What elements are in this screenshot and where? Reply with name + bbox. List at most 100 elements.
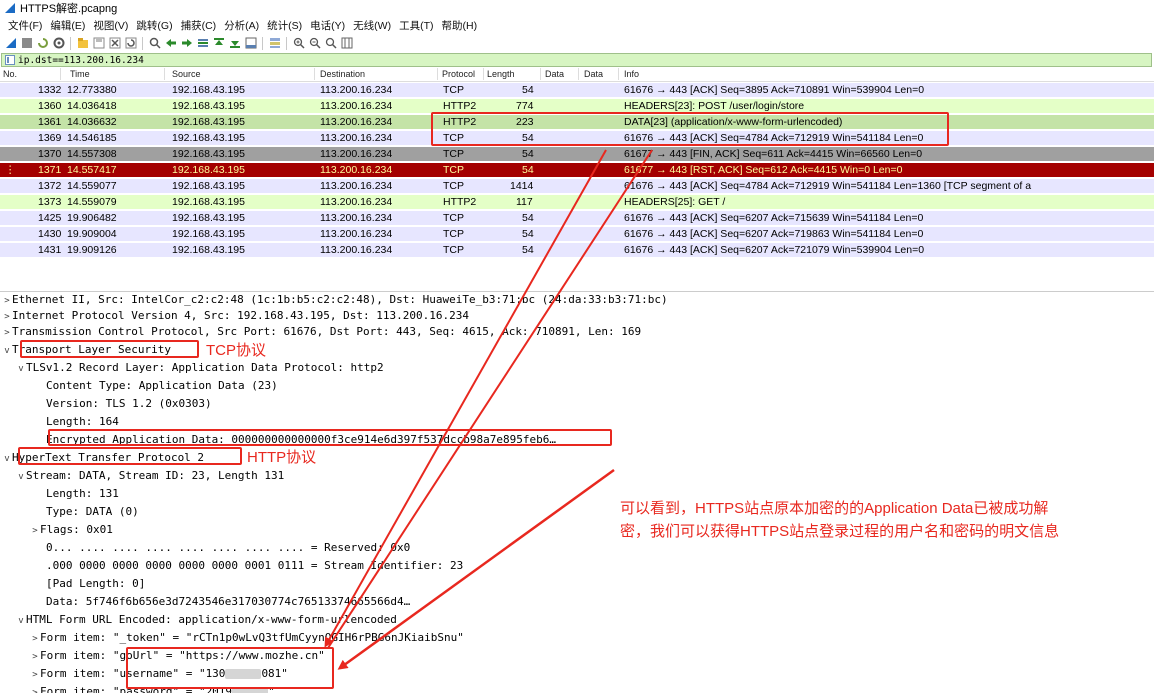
tree-item-html-form[interactable]: v HTML Form URL Encoded: application/x-ww… bbox=[16, 612, 397, 628]
menu-analyze[interactable]: 分析(A) bbox=[220, 18, 263, 33]
column-header-destination[interactable]: Destination bbox=[320, 67, 365, 81]
menu-go[interactable]: 跳转(G) bbox=[132, 18, 176, 33]
display-filter-input[interactable] bbox=[18, 54, 618, 66]
packet-cell: 192.168.43.195 bbox=[172, 244, 245, 256]
column-header-protocol[interactable]: Protocol bbox=[442, 67, 475, 81]
expand-arrow-icon[interactable]: > bbox=[2, 309, 12, 325]
menu-telephony[interactable]: 电话(Y) bbox=[306, 18, 349, 33]
tree-item-content-type[interactable]: Content Type: Application Data (23) bbox=[46, 378, 278, 394]
menu-wireless[interactable]: 无线(W) bbox=[349, 18, 395, 33]
find-packet-icon[interactable] bbox=[148, 37, 161, 50]
stop-capture-icon[interactable] bbox=[20, 37, 33, 50]
autoscroll-icon[interactable] bbox=[244, 37, 257, 50]
tree-item-flags[interactable]: > Flags: 0x01 bbox=[30, 522, 113, 538]
save-file-icon[interactable] bbox=[92, 37, 105, 50]
highlight-encrypted-data bbox=[48, 429, 612, 446]
restart-capture-icon[interactable] bbox=[36, 37, 49, 50]
tree-item-version[interactable]: Version: TLS 1.2 (0x0303) bbox=[46, 396, 212, 412]
expand-arrow-icon[interactable]: > bbox=[30, 631, 40, 647]
menu-capture[interactable]: 捕获(C) bbox=[177, 18, 221, 33]
menu-help[interactable]: 帮助(H) bbox=[438, 18, 482, 33]
close-file-icon[interactable] bbox=[108, 37, 121, 50]
packet-row[interactable]: 1370 14.557308 192.168.43.195 113.200.16… bbox=[0, 147, 1154, 161]
column-header-time[interactable]: Time bbox=[70, 67, 90, 81]
collapse-arrow-icon[interactable]: v bbox=[16, 613, 26, 629]
tree-item-pad-length[interactable]: [Pad Length: 0] bbox=[46, 576, 145, 592]
column-divider bbox=[540, 68, 541, 80]
tree-item-stream-identifier[interactable]: .000 0000 0000 0000 0000 0000 0001 0111 … bbox=[46, 558, 463, 574]
capture-options-icon[interactable] bbox=[52, 37, 65, 50]
wireshark-logo-icon bbox=[5, 3, 15, 13]
last-packet-icon[interactable] bbox=[228, 37, 241, 50]
first-packet-icon[interactable] bbox=[212, 37, 225, 50]
go-to-packet-icon[interactable] bbox=[196, 37, 209, 50]
expand-arrow-icon[interactable]: > bbox=[30, 667, 40, 683]
tree-item-stream[interactable]: v Stream: DATA, Stream ID: 23, Length 131 bbox=[16, 468, 284, 484]
packet-cell: HEADERS[25]: GET / bbox=[624, 196, 726, 208]
column-header-data-1[interactable]: Data bbox=[545, 67, 564, 81]
column-header-data-2[interactable]: Data bbox=[584, 67, 603, 81]
collapse-arrow-icon[interactable]: v bbox=[2, 343, 12, 359]
zoom-out-icon[interactable] bbox=[308, 37, 321, 50]
go-back-icon[interactable] bbox=[164, 37, 177, 50]
packet-cell: 117 bbox=[516, 196, 533, 208]
go-forward-icon[interactable] bbox=[180, 37, 193, 50]
packet-cell: 1361 bbox=[38, 116, 62, 128]
colorize-icon[interactable] bbox=[268, 37, 281, 50]
tree-item-tls-record[interactable]: v TLSv1.2 Record Layer: Application Data … bbox=[16, 360, 383, 377]
menu-file[interactable]: 文件(F) bbox=[4, 18, 46, 33]
packet-cell: 113.200.16.234 bbox=[320, 132, 393, 144]
menu-statistics[interactable]: 统计(S) bbox=[263, 18, 306, 33]
menu-view[interactable]: 视图(V) bbox=[89, 18, 132, 33]
tree-item-type[interactable]: Type: DATA (0) bbox=[46, 504, 139, 520]
packet-row[interactable]: 1430 19.909004 192.168.43.195 113.200.16… bbox=[0, 227, 1154, 241]
packet-cell: HEADERS[23]: POST /user/login/store bbox=[624, 100, 805, 112]
menu-tools[interactable]: 工具(T) bbox=[395, 18, 437, 33]
collapse-arrow-icon[interactable]: v bbox=[16, 361, 26, 377]
highlight-http2-rows bbox=[431, 112, 949, 146]
packet-cell: 1371 bbox=[38, 164, 62, 176]
expand-arrow-icon[interactable]: > bbox=[30, 523, 40, 539]
tree-item-tcp[interactable]: > Transmission Control Protocol, Src Port… bbox=[2, 324, 641, 340]
column-header-info[interactable]: Info bbox=[624, 67, 639, 81]
bookmark-filter-icon[interactable] bbox=[5, 55, 15, 65]
packet-cell: 192.168.43.195 bbox=[172, 180, 245, 192]
collapse-arrow-icon[interactable]: v bbox=[16, 469, 26, 485]
toolbar-separator bbox=[286, 36, 287, 50]
start-capture-icon[interactable] bbox=[4, 37, 17, 50]
tree-item-data[interactable]: Data: 5f746f6b656e3d7243546e317030774c76… bbox=[46, 594, 410, 610]
open-file-icon[interactable] bbox=[76, 37, 89, 50]
resize-columns-icon[interactable] bbox=[340, 37, 353, 50]
packet-row[interactable]: 1360 14.036418 192.168.43.195 113.200.16… bbox=[0, 99, 1154, 113]
tree-item-form-token[interactable]: > Form item: "_token" = "rCTn1p0wLvQ3tfUm… bbox=[30, 630, 464, 646]
packet-row[interactable]: 1425 19.906482 192.168.43.195 113.200.16… bbox=[0, 211, 1154, 225]
packet-row[interactable]: ⋮ 1371 14.557417 192.168.43.195 113.200.… bbox=[0, 163, 1154, 177]
tree-item-reserved[interactable]: 0... .... .... .... .... .... .... .... … bbox=[46, 540, 410, 556]
collapse-arrow-icon[interactable]: v bbox=[2, 451, 12, 467]
tree-item-stream-length[interactable]: Length: 131 bbox=[46, 486, 119, 502]
highlight-credentials bbox=[126, 647, 334, 689]
expand-arrow-icon[interactable]: > bbox=[30, 649, 40, 665]
expand-arrow-icon[interactable]: > bbox=[2, 325, 12, 341]
menu-edit[interactable]: 编辑(E) bbox=[46, 18, 89, 33]
packet-cell: TCP bbox=[443, 148, 464, 160]
reload-file-icon[interactable] bbox=[124, 37, 137, 50]
column-header-length[interactable]: Length bbox=[487, 67, 515, 81]
tree-item-ethernet[interactable]: > Ethernet II, Src: IntelCor_c2:c2:48 (1c… bbox=[2, 292, 667, 309]
packet-row[interactable]: 1372 14.559077 192.168.43.195 113.200.16… bbox=[0, 179, 1154, 193]
column-header-no[interactable]: No. bbox=[3, 67, 17, 81]
http-protocol-label: HTTP协议 bbox=[247, 449, 317, 466]
column-header-source[interactable]: Source bbox=[172, 67, 201, 81]
zoom-in-icon[interactable] bbox=[292, 37, 305, 50]
tree-item-ipv4[interactable]: > Internet Protocol Version 4, Src: 192.1… bbox=[2, 308, 469, 324]
packet-row[interactable]: 1431 19.909126 192.168.43.195 113.200.16… bbox=[0, 243, 1154, 257]
packet-row[interactable]: 1332 12.773380 192.168.43.195 113.200.16… bbox=[0, 83, 1154, 97]
zoom-reset-icon[interactable] bbox=[324, 37, 337, 50]
packet-cell: 54 bbox=[522, 84, 534, 96]
packet-cell: 14.557308 bbox=[67, 148, 117, 160]
packet-row[interactable]: 1373 14.559079 192.168.43.195 113.200.16… bbox=[0, 195, 1154, 209]
packet-cell: TCP bbox=[443, 228, 464, 240]
expand-arrow-icon[interactable]: > bbox=[2, 293, 12, 309]
packet-cell: 14.557417 bbox=[67, 164, 117, 176]
tree-item-length[interactable]: Length: 164 bbox=[46, 414, 119, 430]
